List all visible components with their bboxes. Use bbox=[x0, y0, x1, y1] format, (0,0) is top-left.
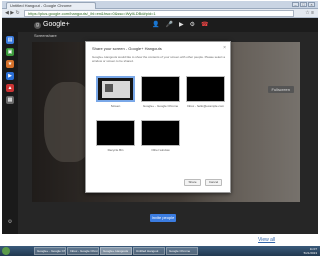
hangup-icon[interactable]: ☎ bbox=[201, 21, 208, 28]
start-orb-icon[interactable] bbox=[2, 247, 10, 255]
maximize-button[interactable]: □ bbox=[300, 2, 307, 7]
invite-people-button[interactable]: Invite people bbox=[150, 214, 176, 222]
minimize-button[interactable]: – bbox=[292, 2, 299, 7]
screen: Untitled Hangout - Google Chrome – □ × ◀… bbox=[0, 0, 320, 256]
tile-thumbnail bbox=[141, 76, 180, 102]
windows-taskbar: Google+ - Google Chrome Inbox - Google C… bbox=[0, 246, 320, 256]
tile-thumbnail bbox=[96, 120, 135, 146]
drive-icon[interactable]: ▲ bbox=[6, 84, 14, 92]
share-button[interactable]: Share bbox=[184, 179, 201, 186]
tile-caption: Inbox - hello@example.com bbox=[186, 104, 225, 108]
chat-icon[interactable]: ▤ bbox=[6, 36, 14, 44]
app-rail: ▤ ▣ ★ ▶ ▲ ▦ ⚙ bbox=[2, 32, 18, 234]
tile-thumbnail bbox=[186, 76, 225, 102]
tile-caption: Google+ - Google Chrome bbox=[142, 104, 179, 108]
mute-mic-icon[interactable]: 🎤 bbox=[165, 21, 172, 28]
taskbar-items: Google+ - Google Chrome Inbox - Google C… bbox=[34, 247, 198, 255]
tile-window[interactable]: Inbox - hello@example.com bbox=[186, 76, 225, 108]
dialog-description: Google+ Hangouts would like to show the … bbox=[92, 55, 225, 63]
url-field[interactable]: https://plus.google.com/hangouts/_/hl=en… bbox=[24, 10, 294, 17]
camera-icon[interactable]: ▶ bbox=[179, 21, 184, 28]
tile-screen[interactable]: Screen bbox=[96, 76, 135, 108]
back-forward-icon[interactable]: ◀ ▶ ↻ bbox=[5, 10, 20, 16]
youtube-icon[interactable]: ▶ bbox=[6, 72, 14, 80]
taskbar-item[interactable]: Google Chrome bbox=[166, 247, 198, 255]
system-clock: 11:07 5/21/2013 bbox=[304, 247, 317, 255]
invite-icon[interactable]: 👤 bbox=[152, 21, 159, 28]
g-icon: g bbox=[34, 22, 41, 29]
settings-icon[interactable]: ⚙ bbox=[190, 21, 195, 28]
fullscreen-button[interactable]: Fullscreen bbox=[267, 86, 294, 93]
screenshare-icon[interactable]: ▣ bbox=[6, 48, 14, 56]
taskbar-item[interactable]: Google+ - Google Chrome bbox=[34, 247, 66, 255]
google-plus-logo: g Google+ bbox=[34, 21, 70, 29]
window-picker-grid: Screen Google+ - Google Chrome Inbox - h… bbox=[96, 76, 226, 160]
taskbar-item[interactable]: Google+ Hangouts bbox=[100, 247, 132, 255]
tile-caption: Screen bbox=[110, 104, 121, 108]
gear-icon[interactable]: ⚙ bbox=[6, 218, 14, 226]
tile-window[interactable]: Google+ - Google Chrome bbox=[141, 76, 180, 108]
hangout-toolbar: g Google+ 👤 🎤 ▶ ⚙ ☎ bbox=[2, 18, 318, 32]
share-screen-dialog: Share your screen - Google+ Hangouts × G… bbox=[85, 41, 231, 193]
more-apps-icon[interactable]: ▦ bbox=[6, 96, 14, 104]
close-icon[interactable]: × bbox=[223, 45, 226, 51]
browser-titlebar: Untitled Hangout - Google Chrome – □ × bbox=[2, 1, 318, 9]
taskbar-item[interactable]: Untitled Hangout bbox=[133, 247, 165, 255]
wrench-icon[interactable]: ☆ ≡ bbox=[305, 10, 314, 16]
taskbar-item[interactable]: Inbox - Google Chrome bbox=[67, 247, 99, 255]
dialog-title: Share your screen - Google+ Hangouts bbox=[92, 46, 162, 51]
tile-window[interactable]: Other window bbox=[141, 120, 180, 152]
address-bar-row: ◀ ▶ ↻ https://plus.google.com/hangouts/_… bbox=[2, 9, 318, 18]
screen-preview bbox=[102, 81, 130, 98]
dialog-buttons: Share Cancel bbox=[184, 179, 222, 186]
close-window-button[interactable]: × bbox=[308, 2, 315, 7]
browser-tab[interactable]: Untitled Hangout - Google Chrome bbox=[6, 2, 96, 9]
tile-caption: Recycle Bin bbox=[107, 148, 124, 152]
tile-window[interactable]: Recycle Bin bbox=[96, 120, 135, 152]
tile-thumbnail bbox=[96, 76, 135, 102]
brand-label: Google+ bbox=[43, 21, 70, 28]
call-controls: 👤 🎤 ▶ ⚙ ☎ bbox=[152, 21, 208, 28]
tile-thumbnail bbox=[141, 120, 180, 146]
clock-date: 5/21/2013 bbox=[303, 251, 317, 255]
effects-icon[interactable]: ★ bbox=[6, 60, 14, 68]
hangout-subtitle: Screenshare bbox=[34, 33, 57, 38]
view-all-link[interactable]: View all bbox=[258, 237, 275, 243]
tile-caption: Other window bbox=[151, 148, 170, 152]
cancel-button[interactable]: Cancel bbox=[205, 179, 222, 186]
window-controls: – □ × bbox=[292, 2, 315, 7]
